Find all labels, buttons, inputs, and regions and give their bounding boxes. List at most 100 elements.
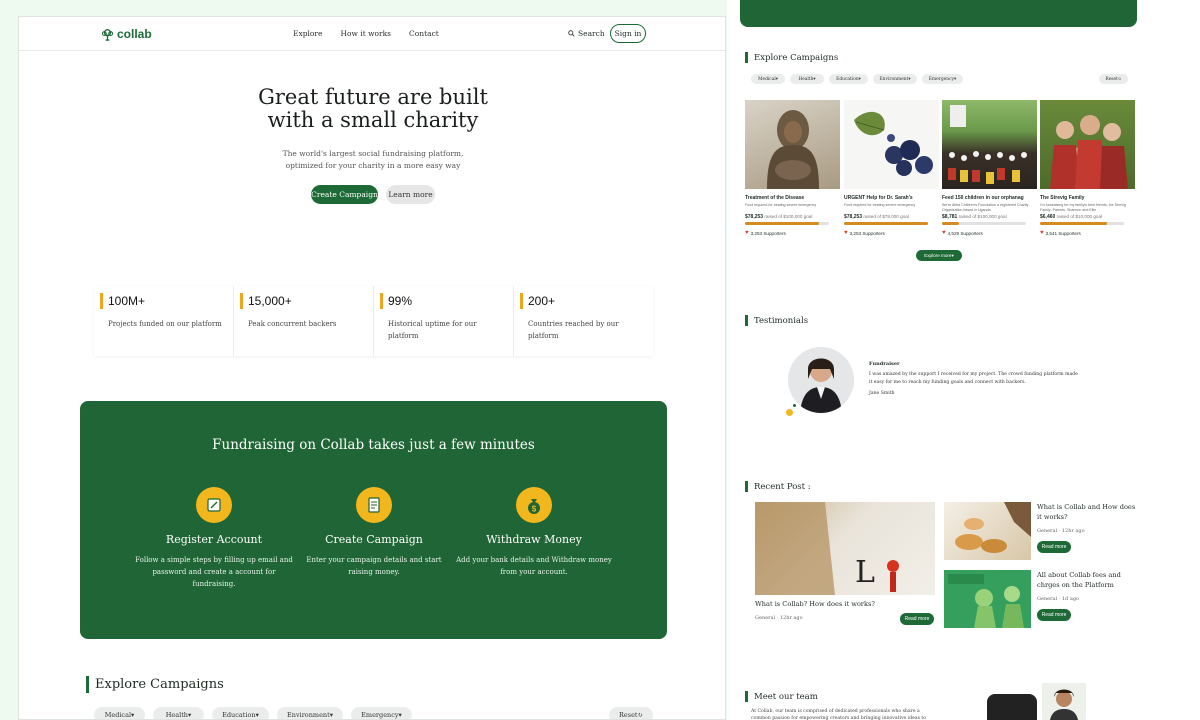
stat-card: 100M+ Projects funded on our platform xyxy=(94,286,234,356)
campaign-supporters: 4,529 Supporters xyxy=(947,230,983,236)
campaign-title: Feed 150 children in our orphanag xyxy=(942,195,1024,201)
stat-label: Historical uptime for our platform xyxy=(388,320,477,340)
heart-icon: ♥ xyxy=(844,230,848,236)
post-image xyxy=(944,502,1031,560)
post-title[interactable]: All about Collab fees and chrges on the … xyxy=(1037,571,1137,590)
how-it-works-title: Fundraising on Collab takes just a few m… xyxy=(212,437,535,453)
post-title[interactable]: What is Collab and How does it works? xyxy=(1037,503,1137,522)
team-member-photo xyxy=(1042,683,1086,720)
team-desc: At Collab, our team is comprised of dedi… xyxy=(751,709,927,720)
logo-text: collab xyxy=(117,27,152,41)
reset-filters-button[interactable]: Reset ↻ xyxy=(609,707,653,719)
campaign-image xyxy=(745,100,840,189)
read-more-button[interactable]: Read more xyxy=(1037,541,1071,553)
chevron-down-icon: ▾ xyxy=(858,76,861,82)
campaign-image xyxy=(1040,100,1135,189)
filter-education[interactable]: Education ▾ xyxy=(829,74,868,84)
post-title[interactable]: What is Collab? How does it works? xyxy=(755,600,875,608)
hero-title: Great future are built with a small char… xyxy=(258,85,488,132)
campaign-image xyxy=(844,100,939,189)
filter-medical[interactable]: Medical ▾ xyxy=(751,74,785,84)
heart-icon: ♥ xyxy=(942,230,946,236)
campaign-progress xyxy=(1040,222,1124,225)
stat-card: 15,000+ Peak concurrent backers xyxy=(234,286,374,356)
campaign-goal: raised of $100,000 goal xyxy=(764,214,813,219)
filter-health[interactable]: Health ▾ xyxy=(790,74,824,84)
stat-value: 100M+ xyxy=(108,294,146,308)
post-meta: General · 12hr ago xyxy=(1037,528,1085,534)
step-title: Register Account xyxy=(165,533,263,546)
step-create: Create Campaign Enter your campaign deta… xyxy=(294,487,454,578)
testimonial-role: Fundraiser xyxy=(869,361,900,367)
chevron-down-icon: ▾ xyxy=(908,76,911,82)
testimonials-heading: Testimonials xyxy=(745,315,808,326)
chevron-down-icon: ▾ xyxy=(775,76,778,82)
nav-explore-link[interactable]: Explore xyxy=(293,29,322,38)
campaign-progress xyxy=(844,222,928,225)
step-title: Create Campaign xyxy=(325,533,423,546)
create-campaign-button[interactable]: Create Campaign xyxy=(311,185,378,204)
testimonial-author: Jane Smith xyxy=(869,391,895,396)
explore-more-button[interactable]: Explore more ▾ xyxy=(916,250,962,261)
team-title: Meet our team xyxy=(754,691,818,702)
read-more-button[interactable]: Read more xyxy=(1037,609,1071,621)
campaign-card[interactable]: Treatment of the Disease Fund required f… xyxy=(745,100,840,236)
sign-in-button[interactable]: Sign in xyxy=(610,24,646,43)
filter-emergency[interactable]: Emergency ▾ xyxy=(922,74,963,84)
stat-value: 99% xyxy=(388,294,413,308)
reset-filters-button[interactable]: Reset ↻ xyxy=(1099,74,1128,84)
stat-label: Countries reached by our platform xyxy=(528,320,619,340)
search-button[interactable]: Search xyxy=(568,29,605,38)
campaign-goal: raised of $78,000 goal xyxy=(863,214,909,219)
campaign-filters: Medical ▾ Health ▾ Education ▾ Environment ▾… xyxy=(751,74,963,84)
read-more-button[interactable]: Read more xyxy=(900,613,934,625)
filter-medical[interactable]: Medical ▾ xyxy=(94,707,145,719)
testimonials-title: Testimonials xyxy=(754,315,809,326)
logo[interactable]: collab xyxy=(101,27,152,41)
filter-environment[interactable]: Environment ▾ xyxy=(873,74,917,84)
nav-contact-link[interactable]: Contact xyxy=(409,29,439,38)
stat-card: 99% Historical uptime for our platform xyxy=(374,286,514,356)
campaign-title: Treatment of the Disease xyxy=(745,195,805,201)
filter-education[interactable]: Education ▾ xyxy=(212,707,269,719)
step-withdraw: $ Withdraw Money Add your bank details a… xyxy=(454,487,614,578)
chevron-down-icon: ▾ xyxy=(131,711,135,719)
post-meta: General · 1d ago xyxy=(1037,596,1080,602)
search-label: Search xyxy=(578,29,605,38)
chevron-down-icon: ▾ xyxy=(255,711,259,719)
chevron-down-icon: ▾ xyxy=(813,76,816,82)
campaign-raised: $6,460 xyxy=(1040,214,1056,220)
heart-icon: ♥ xyxy=(1040,230,1044,236)
explore-section-heading: Explore Campaigns xyxy=(745,52,838,63)
campaign-desc: We're Alfea Children's Foundation a regi… xyxy=(942,203,1029,212)
campaign-desc: I'm fundraising for my family's best fri… xyxy=(1040,203,1126,212)
explore-title: Explore Campaigns xyxy=(95,677,224,692)
chevron-down-icon: ▾ xyxy=(398,711,402,719)
campaign-raised: $78,253 xyxy=(844,214,863,220)
nav-how-it-works-link[interactable]: How it works xyxy=(340,29,391,38)
learn-more-button[interactable]: Learn more xyxy=(386,185,435,204)
campaign-raised: $8,781 xyxy=(942,214,958,220)
svg-text:$: $ xyxy=(532,505,537,514)
filter-emergency[interactable]: Emergency ▾ xyxy=(351,707,412,719)
stat-card: 200+ Countries reached by our platform xyxy=(514,286,653,356)
reset-icon: ↻ xyxy=(1117,76,1122,82)
post-image: L xyxy=(755,502,935,595)
tree-icon xyxy=(101,28,114,41)
campaign-image xyxy=(942,100,1037,189)
money-bag-icon: $ xyxy=(516,487,552,523)
campaign-card[interactable]: Feed 150 children in our orphanag We're … xyxy=(942,100,1037,236)
campaign-card[interactable]: The Strevig Family I'm fundraising for m… xyxy=(1040,100,1135,236)
search-icon xyxy=(568,30,575,37)
filter-health[interactable]: Health ▾ xyxy=(153,707,204,719)
stat-value: 200+ xyxy=(528,294,556,308)
campaign-progress xyxy=(942,222,1026,225)
filter-environment[interactable]: Environment ▾ xyxy=(277,707,343,719)
step-desc: Enter your campaign details and start ra… xyxy=(306,556,442,576)
campaign-title: URGENT Help for Dr. Sarah's xyxy=(844,195,913,201)
campaign-card[interactable]: URGENT Help for Dr. Sarah's Fund require… xyxy=(844,100,939,236)
post-meta: General · 12hr ago xyxy=(755,615,803,621)
register-icon xyxy=(196,487,232,523)
testimonial-quote: I was amazed by the support I received f… xyxy=(869,372,1078,385)
campaign-desc: Fund required for treating severe emerge… xyxy=(844,203,916,207)
